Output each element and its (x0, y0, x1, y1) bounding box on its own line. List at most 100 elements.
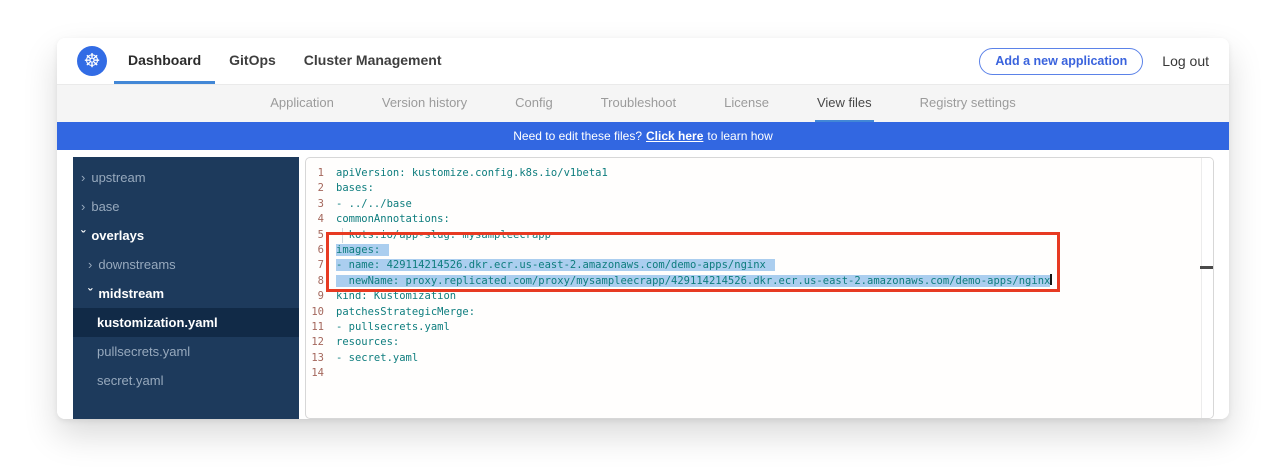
chevron-right-icon: › (81, 200, 85, 213)
code-line-text: - pullsecrets.yaml (336, 320, 450, 335)
code-line[interactable]: 3 - ../../base (306, 197, 1213, 212)
code-text: resources: (336, 336, 399, 348)
code-line-text: images: (336, 243, 389, 258)
file-tree-label: pullsecrets.yaml (97, 344, 190, 359)
code-line-text: - secret.yaml (336, 351, 418, 366)
code-line-text: resources: (336, 335, 399, 350)
code-text: - pullsecrets.yaml (336, 321, 450, 333)
code-line-text: patchesStrategicMerge: (336, 305, 475, 320)
file-tree-item-base[interactable]: › base (73, 192, 299, 221)
file-tree-label: secret.yaml (97, 373, 163, 388)
tab-application[interactable]: Application (268, 85, 336, 122)
code-line-text: kots.io/app-slug: mysampleecrapp (336, 228, 551, 243)
edit-files-banner: Need to edit these files? Click here to … (57, 122, 1229, 150)
selected-text: newName: proxy.replicated.com/proxy/mysa… (336, 275, 1050, 287)
yaml-code-editor[interactable]: 1 apiVersion: kustomize.config.k8s.io/v1b… (305, 157, 1214, 419)
tab-version-history[interactable]: Version history (380, 85, 469, 122)
line-number: 5 (306, 228, 324, 243)
code-line[interactable]: 5 kots.io/app-slug: mysampleecrapp (306, 228, 1213, 243)
code-line[interactable]: 13 - secret.yaml (306, 351, 1213, 366)
line-number: 10 (306, 305, 324, 320)
admin-console-window: ☸ DashboardGitOpsCluster Management Add … (57, 38, 1229, 419)
code-line-text: bases: (336, 181, 374, 196)
file-tree-item-downstreams[interactable]: › downstreams (73, 250, 299, 279)
line-number: 4 (306, 212, 324, 227)
chevron-down-icon: ˇ (81, 229, 85, 242)
application-tabs-nav: Application Version history Config Troubles… (57, 85, 1229, 122)
line-number: 2 (306, 181, 324, 196)
banner-click-here-link[interactable]: Click here (646, 129, 703, 143)
file-tree-label: downstreams (98, 257, 175, 272)
helm-wheel-glyph: ☸ (83, 50, 100, 73)
file-tree-label: base (91, 199, 119, 214)
banner-text-after: to learn how (707, 129, 772, 143)
line-number: 8 (306, 274, 324, 289)
code-line-text: commonAnnotations: (336, 212, 450, 227)
line-number: 7 (306, 258, 324, 273)
file-tree-sidebar: › upstream › base ˇ overlays › downstreams ˇ mids… (73, 157, 299, 419)
topnav-tab-gitops[interactable]: GitOps (215, 38, 290, 84)
code-line[interactable]: 4 commonAnnotations: (306, 212, 1213, 227)
code-line[interactable]: 12 resources: (306, 335, 1213, 350)
code-area: 1 apiVersion: kustomize.config.k8s.io/v1b… (306, 158, 1213, 381)
selected-text: images: (336, 244, 389, 256)
selected-text: - name: 429114214526.dkr.ecr.us-east-2.a… (336, 259, 775, 271)
chevron-right-icon: › (88, 258, 92, 271)
code-text: apiVersion: kustomize.config.k8s.io/v1be… (336, 167, 608, 179)
file-tree-item-midstream[interactable]: ˇ midstream (73, 279, 299, 308)
file-tree-label: upstream (91, 170, 145, 185)
code-line-text: - ../../base (336, 197, 412, 212)
line-number: 6 (306, 243, 324, 258)
file-tree-label: overlays (91, 228, 144, 243)
tab-license[interactable]: License (722, 85, 771, 122)
editor-scrollbar[interactable] (1201, 158, 1213, 418)
code-line[interactable]: 2 bases: (306, 181, 1213, 196)
code-text: patchesStrategicMerge: (336, 306, 475, 318)
line-number: 1 (306, 166, 324, 181)
file-tree-item-secret-yaml[interactable]: secret.yaml (73, 366, 299, 395)
code-text: kind: Kustomization (336, 290, 456, 302)
tab-troubleshoot[interactable]: Troubleshoot (599, 85, 678, 122)
code-line[interactable]: 14 (306, 366, 1213, 381)
tab-view-files[interactable]: View files (815, 85, 874, 122)
top-navbar: ☸ DashboardGitOpsCluster Management Add … (57, 38, 1229, 85)
banner-text-before: Need to edit these files? (513, 129, 642, 143)
view-files-content: › upstream › base ˇ overlays › downstreams ˇ mids… (57, 150, 1229, 419)
tab-config[interactable]: Config (513, 85, 555, 122)
file-tree-item-upstream[interactable]: › upstream (73, 163, 299, 192)
chevron-right-icon: › (81, 171, 85, 184)
code-line[interactable]: 7 - name: 429114214526.dkr.ecr.us-east-2.… (306, 258, 1213, 273)
line-number: 11 (306, 320, 324, 335)
code-text: kots.io/app-slug: mysampleecrapp (342, 229, 551, 241)
tab-registry-settings[interactable]: Registry settings (918, 85, 1018, 122)
code-text: - ../../base (336, 198, 412, 210)
line-number: 14 (306, 366, 324, 381)
logout-link[interactable]: Log out (1162, 53, 1209, 69)
code-line-text: newName: proxy.replicated.com/proxy/mysa… (336, 274, 1052, 289)
topnav-tab-cluster-management[interactable]: Cluster Management (290, 38, 456, 84)
code-line[interactable]: 9 kind: Kustomization (306, 289, 1213, 304)
line-number: 12 (306, 335, 324, 350)
file-tree-item-kustomization-yaml[interactable]: kustomization.yaml (73, 308, 299, 337)
code-line-text: - name: 429114214526.dkr.ecr.us-east-2.a… (336, 258, 775, 273)
code-line[interactable]: 6 images: (306, 243, 1213, 258)
code-line[interactable]: 11 - pullsecrets.yaml (306, 320, 1213, 335)
code-line[interactable]: 1 apiVersion: kustomize.config.k8s.io/v1b… (306, 166, 1213, 181)
file-tree-label: midstream (98, 286, 164, 301)
code-line[interactable]: 8 newName: proxy.replicated.com/proxy/my… (306, 274, 1213, 289)
topnav-tab-dashboard[interactable]: Dashboard (114, 38, 215, 84)
line-number: 9 (306, 289, 324, 304)
code-text: - secret.yaml (336, 352, 418, 364)
chevron-down-icon: ˇ (88, 287, 92, 300)
topnav-right-actions: Add a new application Log out (979, 48, 1209, 75)
scrollbar-marker (1200, 266, 1214, 269)
file-tree-item-overlays[interactable]: ˇ overlays (73, 221, 299, 250)
line-number: 3 (306, 197, 324, 212)
code-line[interactable]: 10 patchesStrategicMerge: (306, 305, 1213, 320)
file-tree-item-pullsecrets-yaml[interactable]: pullsecrets.yaml (73, 337, 299, 366)
kubernetes-logo-icon: ☸ (77, 46, 107, 76)
primary-nav: DashboardGitOpsCluster Management (114, 38, 456, 84)
add-new-application-button[interactable]: Add a new application (979, 48, 1143, 75)
line-number: 13 (306, 351, 324, 366)
code-line-text: kind: Kustomization (336, 289, 456, 304)
